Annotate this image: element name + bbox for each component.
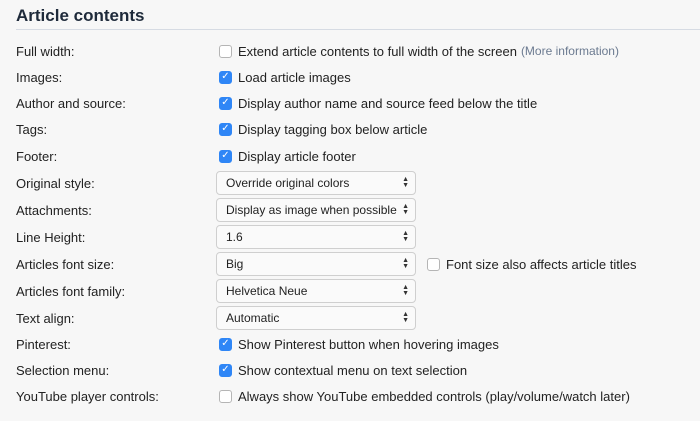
setting-row-text-align: Text align: Automatic ▲ ▼ [0, 306, 700, 330]
setting-row-pinterest: Pinterest: ✓ Show Pinterest button when ho… [0, 332, 700, 356]
setting-row-articles-font-family: Articles font family: Helvetica Neue ▲ ▼ [0, 279, 700, 303]
select-value: Display as image when possible [226, 203, 397, 217]
select-arrows-icon: ▲ ▼ [402, 257, 409, 270]
setting-row-selection-menu: Selection menu: ✓ Show contextual menu on … [0, 358, 700, 382]
select-value: Big [226, 257, 244, 271]
label-attachments: Attachments: [16, 202, 92, 218]
checkbox-label[interactable]: Load article images [238, 70, 351, 85]
label-selection-menu: Selection menu: [16, 362, 110, 378]
label-footer: Footer: [16, 148, 58, 164]
setting-row-full-width: Full width: Extend article contents to fu… [0, 39, 700, 63]
label-images: Images: [16, 69, 63, 85]
checkbox-images[interactable]: ✓ [219, 70, 232, 84]
select-value: Automatic [226, 311, 280, 325]
setting-row-tags: Tags: ✓ Display tagging box below article [0, 117, 700, 141]
checkbox-label[interactable]: Font size also affects article titles [446, 257, 637, 272]
label-pinterest: Pinterest: [16, 336, 71, 352]
checkbox-selection-menu[interactable]: ✓ [219, 363, 232, 377]
setting-row-line-height: Line Height: 1.6 ▲ ▼ [0, 225, 700, 249]
setting-row-original-style: Original style: Override original colors ▲… [0, 171, 700, 195]
checkbox-label[interactable]: Display author name and source feed belo… [238, 96, 537, 111]
label-line-height: Line Height: [16, 229, 86, 245]
setting-row-author-and-source: Author and source: ✓ Display author name a… [0, 91, 700, 115]
divider [16, 29, 700, 30]
select-articles-font-size[interactable]: Big ▲ ▼ [216, 252, 416, 276]
select-value: 1.6 [226, 230, 243, 244]
select-value: Override original colors [226, 176, 350, 190]
label-tags: Tags: [16, 121, 48, 137]
checkbox-author-and-source[interactable]: ✓ [219, 96, 232, 110]
checkbox-label[interactable]: Always show YouTube embedded controls (p… [238, 389, 630, 404]
setting-row-youtube-player-controls: YouTube player controls: Always show YouT… [0, 384, 700, 408]
checkbox-label[interactable]: Show Pinterest button when hovering imag… [238, 337, 499, 352]
label-articles-font-family: Articles font family: [16, 283, 126, 299]
select-articles-font-family[interactable]: Helvetica Neue ▲ ▼ [216, 279, 416, 303]
setting-row-attachments: Attachments: Display as image when possib… [0, 198, 700, 222]
section-title: Article contents [16, 6, 145, 25]
checkbox-tags[interactable]: ✓ [219, 122, 232, 136]
checkbox-footer[interactable]: ✓ [219, 149, 232, 163]
checkbox-label[interactable]: Display article footer [238, 149, 356, 164]
select-original-style[interactable]: Override original colors ▲ ▼ [216, 171, 416, 195]
select-arrows-icon: ▲ ▼ [402, 230, 409, 243]
setting-row-articles-font-size: Articles font size: Big ▲ ▼ Font size also a… [0, 252, 700, 276]
checkbox-label[interactable]: Display tagging box below article [238, 122, 427, 137]
label-author-and-source: Author and source: [16, 95, 126, 111]
checkbox-label[interactable]: Show contextual menu on text selection [238, 363, 467, 378]
label-original-style: Original style: [16, 175, 95, 191]
select-attachments[interactable]: Display as image when possible ▲ ▼ [216, 198, 416, 222]
setting-row-footer: Footer: ✓ Display article footer [0, 144, 700, 168]
label-full-width: Full width: [16, 43, 75, 59]
select-arrows-icon: ▲ ▼ [402, 284, 409, 297]
checkbox-full-width[interactable] [219, 44, 232, 58]
checkbox-label[interactable]: Extend article contents to full width of… [238, 44, 517, 59]
setting-row-images: Images: ✓ Load article images [0, 65, 700, 89]
checkbox-pinterest[interactable]: ✓ [219, 337, 232, 351]
label-youtube-player-controls: YouTube player controls: [16, 388, 159, 404]
select-arrows-icon: ▲ ▼ [402, 176, 409, 189]
checkbox-youtube-player-controls[interactable] [219, 389, 232, 403]
select-value: Helvetica Neue [226, 284, 308, 298]
select-arrows-icon: ▲ ▼ [402, 311, 409, 324]
select-line-height[interactable]: 1.6 ▲ ▼ [216, 225, 416, 249]
select-text-align[interactable]: Automatic ▲ ▼ [216, 306, 416, 330]
label-text-align: Text align: [16, 310, 75, 326]
label-articles-font-size: Articles font size: [16, 256, 115, 272]
select-arrows-icon: ▲ ▼ [402, 203, 409, 216]
checkbox-font-size-titles[interactable] [427, 257, 440, 271]
more-information-link[interactable]: (More information) [521, 44, 619, 58]
